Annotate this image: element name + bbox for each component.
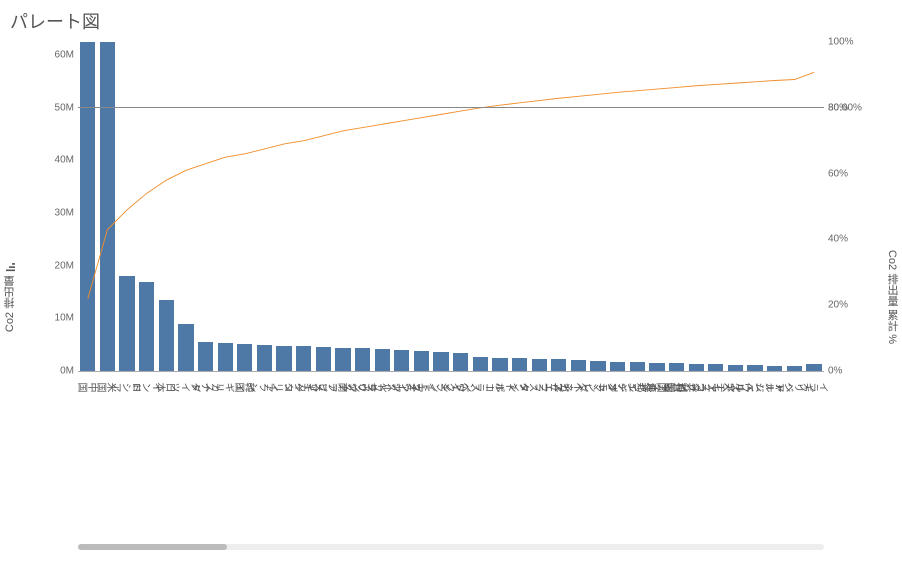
x-tick-label: インド (137, 376, 157, 552)
y-right-tick: 60% (828, 168, 864, 179)
x-tick-label: エジプト (608, 376, 628, 552)
cumulative-line-layer (78, 42, 824, 371)
x-tick-label: オランダ (588, 376, 608, 552)
y-left-tick: 20M (38, 260, 74, 271)
sort-desc-icon (5, 262, 15, 272)
plot-area: 0M10M20M30M40M50M60M0%20%40%60%80%100%80… (78, 42, 824, 372)
x-tick-label: チェコ共和国 (686, 376, 706, 552)
x-tick-label: ウズベキスタン (706, 376, 726, 552)
y-axis-right: Co2 排出量 累計 % (842, 36, 902, 558)
x-tick-label: オーストラリア (372, 376, 392, 552)
x-tick-label: ベトナム (765, 376, 785, 552)
x-tick-label: タイ (510, 376, 530, 552)
x-tick-label: カザフスタン (529, 376, 549, 552)
scrollbar-thumb[interactable] (78, 544, 227, 550)
x-tick-label: インドネシア (412, 376, 432, 552)
x-tick-label: パキスタン (647, 376, 667, 552)
x-tick-label: ベネズエラ (549, 376, 569, 552)
x-tick-label: マレーシア (569, 376, 589, 552)
y-axis-left-label-text: Co2 排出量 (2, 276, 18, 332)
x-tick-label: 中国 (78, 376, 98, 552)
x-tick-label: 日本 (157, 376, 177, 552)
x-tick-label: ギリシャ (785, 376, 805, 552)
x-tick-label: イギリス (215, 376, 235, 552)
y-left-tick: 0M (38, 366, 74, 377)
x-tick-label: 米国 (98, 376, 118, 552)
y-axis-left-label: Co2 排出量 (2, 262, 18, 332)
x-axis-labels: 中国米国ロシアインド日本ドイツカナダイギリス韓国イランイタリアメキシコ南アフリカ… (78, 376, 824, 552)
x-tick-label: アルゼンチン (628, 376, 648, 552)
x-tick-label: ブラジル (392, 376, 412, 552)
plot-region: 0M10M20M30M40M50M60M0%20%40%60%80%100%80… (60, 36, 842, 558)
y-left-tick: 50M (38, 102, 74, 113)
x-tick-label: ドイツ (176, 376, 196, 552)
x-tick-label: ウクライナ (431, 376, 451, 552)
y-left-tick: 40M (38, 155, 74, 166)
y-left-tick: 60M (38, 50, 74, 61)
y-axis-right-label: Co2 排出量 累計 % (884, 250, 900, 344)
y-left-tick: 30M (38, 208, 74, 219)
x-tick-label: ベルギー (726, 376, 746, 552)
x-tick-label: アラブ首長国連邦 (667, 376, 687, 552)
x-tick-label: フランス (353, 376, 373, 552)
x-tick-label: 南アフリカ (314, 376, 334, 552)
reference-line-label: 80.00% (828, 102, 872, 113)
x-tick-label: イラク (804, 376, 824, 552)
x-tick-label: 韓国 (235, 376, 255, 552)
y-axis-left: Co2 排出量 (0, 36, 60, 558)
x-tick-label: サウジアラビア (333, 376, 353, 552)
x-tick-label: トルコ (490, 376, 510, 552)
x-tick-label: カナダ (196, 376, 216, 552)
y-right-tick: 100% (828, 37, 864, 48)
x-tick-label: アルジェリア (745, 376, 765, 552)
x-tick-label: イタリア (274, 376, 294, 552)
x-tick-label: ロシア (117, 376, 137, 552)
x-tick-label: スペイン (451, 376, 471, 552)
y-right-tick: 40% (828, 234, 864, 245)
x-tick-label: イラン (255, 376, 275, 552)
pareto-chart: Co2 排出量 Co2 排出量 累計 % 0M10M20M30M40M50M60… (0, 36, 902, 558)
x-tick-label: ポーランド (471, 376, 491, 552)
y-right-tick: 0% (828, 366, 864, 377)
x-tick-label: メキシコ (294, 376, 314, 552)
reference-line (78, 107, 824, 108)
y-right-tick: 20% (828, 300, 864, 311)
y-left-tick: 10M (38, 313, 74, 324)
page-title: パレート図 (0, 0, 902, 38)
horizontal-scrollbar[interactable] (78, 544, 824, 550)
